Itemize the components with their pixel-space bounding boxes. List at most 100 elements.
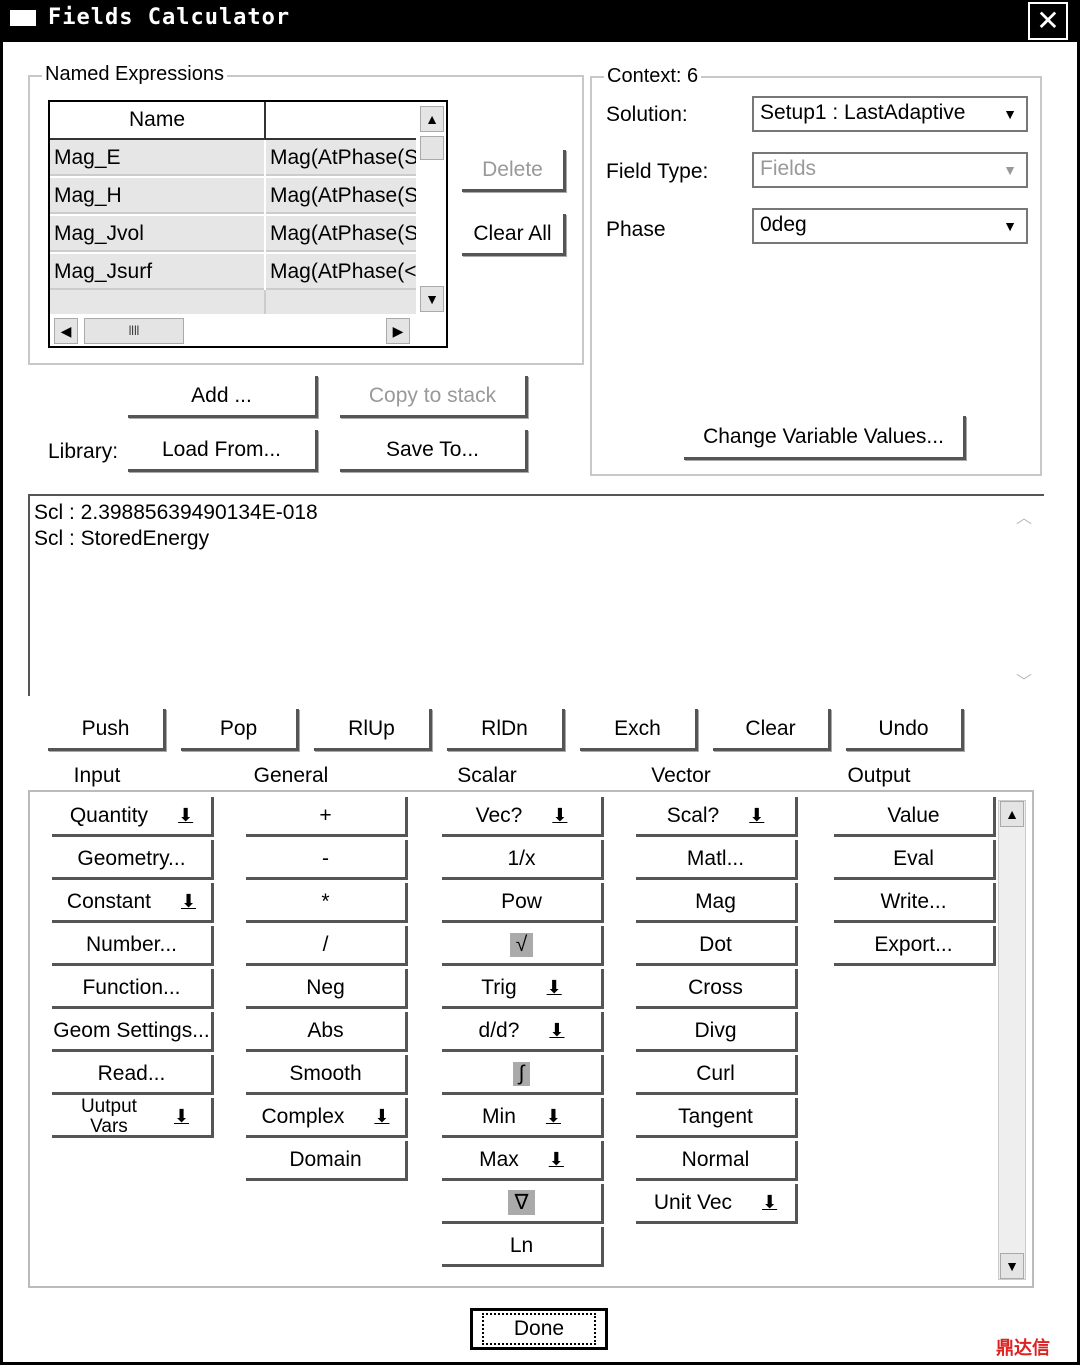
- stack-line: Scl : 2.39885639490134E-018: [34, 501, 318, 524]
- button-label: *: [321, 889, 330, 913]
- trig-button[interactable]: Trig ⬇: [442, 969, 604, 1009]
- uutput-vars-button[interactable]: Uutput Vars ⬇: [52, 1096, 214, 1138]
- expression-name-cell[interactable]: Mag_Jsurf: [50, 254, 264, 290]
- expression-name-cell[interactable]: Mag_Jvol: [50, 216, 264, 252]
- geometry-button[interactable]: Geometry...: [52, 840, 214, 880]
- scroll-down-icon[interactable]: ﹀: [1016, 668, 1032, 692]
- button-label: Pow: [501, 889, 542, 913]
- neg-button[interactable]: Neg: [246, 969, 408, 1009]
- mag-button[interactable]: Mag: [636, 883, 798, 923]
- smooth-button[interactable]: Smooth: [246, 1055, 408, 1095]
- abs-button[interactable]: Abs: [246, 1012, 408, 1052]
- undo-button[interactable]: Undo: [846, 709, 964, 751]
- max-button[interactable]: Max ⬇: [442, 1141, 604, 1181]
- eval-button[interactable]: Eval: [834, 840, 996, 880]
- -button[interactable]: +: [246, 797, 408, 837]
- column-header-expression[interactable]: [266, 102, 416, 140]
- field-type-select[interactable]: Fields ▼: [752, 152, 1028, 188]
- phase-select[interactable]: 0deg ▼: [752, 208, 1028, 244]
- write-button[interactable]: Write...: [834, 883, 996, 923]
- pop-button[interactable]: Pop: [181, 709, 299, 751]
- button-label: Domain: [289, 1147, 362, 1171]
- button-label: Min: [482, 1104, 516, 1128]
- scroll-down-icon[interactable]: ▼: [420, 286, 444, 312]
- expression-value-cell[interactable]: Mag(AtPhase(<J: [266, 254, 416, 290]
- scal-button[interactable]: Scal? ⬇: [636, 797, 798, 837]
- clear-button[interactable]: Clear: [713, 709, 831, 751]
- add-button[interactable]: Add ...: [128, 376, 318, 418]
- ln-button[interactable]: Ln: [442, 1227, 604, 1267]
- button-label: Eval: [893, 846, 934, 870]
- gradient-icon-button[interactable]: ∇: [442, 1184, 604, 1224]
- vertical-scroll-thumb[interactable]: [420, 136, 444, 160]
- export-button[interactable]: Export...: [834, 926, 996, 966]
- expression-value-cell[interactable]: Mag(AtPhase(Sr: [266, 216, 416, 252]
- calculator-scrollbar[interactable]: ▲ ▼: [998, 800, 1026, 1280]
- scroll-left-icon[interactable]: ◀: [54, 318, 78, 344]
- save-to-button[interactable]: Save To...: [340, 430, 528, 472]
- vec-button[interactable]: Vec? ⬇: [442, 797, 604, 837]
- dot-button[interactable]: Dot: [636, 926, 798, 966]
- -button[interactable]: *: [246, 883, 408, 923]
- rlup-button[interactable]: RlUp: [314, 709, 432, 751]
- matl-button[interactable]: Matl...: [636, 840, 798, 880]
- cross-button[interactable]: Cross: [636, 969, 798, 1009]
- complex-button[interactable]: Complex ⬇: [246, 1098, 408, 1138]
- -button[interactable]: -: [246, 840, 408, 880]
- field-type-value: Fields: [760, 157, 817, 180]
- general-column-label: General: [253, 764, 329, 787]
- horizontal-scroll-thumb[interactable]: ||||: [84, 318, 184, 344]
- scroll-up-icon[interactable]: ▲: [420, 106, 444, 132]
- divg-button[interactable]: Divg: [636, 1012, 798, 1052]
- curl-button[interactable]: Curl: [636, 1055, 798, 1095]
- push-button[interactable]: Push: [48, 709, 166, 751]
- button-label: Constant: [66, 889, 151, 913]
- button-label: Function...: [82, 975, 181, 999]
- done-button[interactable]: Done: [470, 1308, 608, 1350]
- unit-vec-button[interactable]: Unit Vec ⬇: [636, 1184, 798, 1224]
- scalar-column-label: Scalar: [457, 764, 517, 787]
- integral-icon-button[interactable]: ∫: [442, 1055, 604, 1095]
- 1-x-button[interactable]: 1/x: [442, 840, 604, 880]
- d-d-button[interactable]: d/d? ⬇: [442, 1012, 604, 1052]
- scroll-right-icon[interactable]: ▶: [386, 318, 410, 344]
- pow-button[interactable]: Pow: [442, 883, 604, 923]
- domain-button[interactable]: Domain: [246, 1141, 408, 1181]
- normal-button[interactable]: Normal: [636, 1141, 798, 1181]
- function-button[interactable]: Function...: [52, 969, 214, 1009]
- scroll-down-icon[interactable]: ▼: [1000, 1253, 1024, 1279]
- column-header-name[interactable]: Name: [50, 102, 266, 140]
- copy-to-stack-button[interactable]: Copy to stack: [340, 376, 528, 418]
- load-from-button[interactable]: Load From...: [128, 430, 318, 472]
- sqrt-icon-button[interactable]: √: [442, 926, 604, 966]
- named-expressions-table[interactable]: Name Mag_E Mag(AtPhase(Sr Mag_H Mag(AtPhase…: [48, 100, 448, 348]
- solution-select[interactable]: Setup1 : LastAdaptive ▼: [752, 96, 1028, 132]
- expression-name-cell[interactable]: Mag_H: [50, 178, 264, 214]
- quantity-button[interactable]: Quantity ⬇: [52, 797, 214, 837]
- value-button[interactable]: Value: [834, 797, 996, 837]
- exch-button[interactable]: Exch: [580, 709, 698, 751]
- delete-button[interactable]: Delete: [462, 150, 566, 192]
- change-variable-values-button[interactable]: Change Variable Values...: [684, 416, 966, 460]
- number-button[interactable]: Number...: [52, 926, 214, 966]
- geom-settings-button[interactable]: Geom Settings...: [52, 1012, 214, 1052]
- min-button[interactable]: Min ⬇: [442, 1098, 604, 1138]
- rldn-button[interactable]: RlDn: [447, 709, 565, 751]
- expression-name-cell[interactable]: Mag_E: [50, 140, 264, 176]
- stack-display[interactable]: Scl : 2.39885639490134E-018 Scl : Stored…: [28, 494, 1044, 696]
- solution-label: Solution:: [606, 103, 688, 126]
- button-label: Normal: [681, 1147, 750, 1171]
- scroll-up-icon[interactable]: ︿: [1016, 504, 1032, 528]
- button-label: Trig: [481, 975, 517, 999]
- read-button[interactable]: Read...: [52, 1055, 214, 1095]
- scroll-up-icon[interactable]: ▲: [1000, 801, 1024, 827]
- solution-value: Setup1 : LastAdaptive: [760, 101, 966, 124]
- close-icon[interactable]: ✕: [1028, 2, 1068, 40]
- constant-button[interactable]: Constant ⬇: [52, 883, 214, 923]
- expression-value-cell[interactable]: Mag(AtPhase(Sr: [266, 140, 416, 176]
- expression-value-cell[interactable]: Mag(AtPhase(Sr: [266, 178, 416, 214]
- clear-all-button[interactable]: Clear All: [462, 214, 566, 256]
- button-label: Mag: [695, 889, 736, 913]
- tangent-button[interactable]: Tangent: [636, 1098, 798, 1138]
- -button[interactable]: /: [246, 926, 408, 966]
